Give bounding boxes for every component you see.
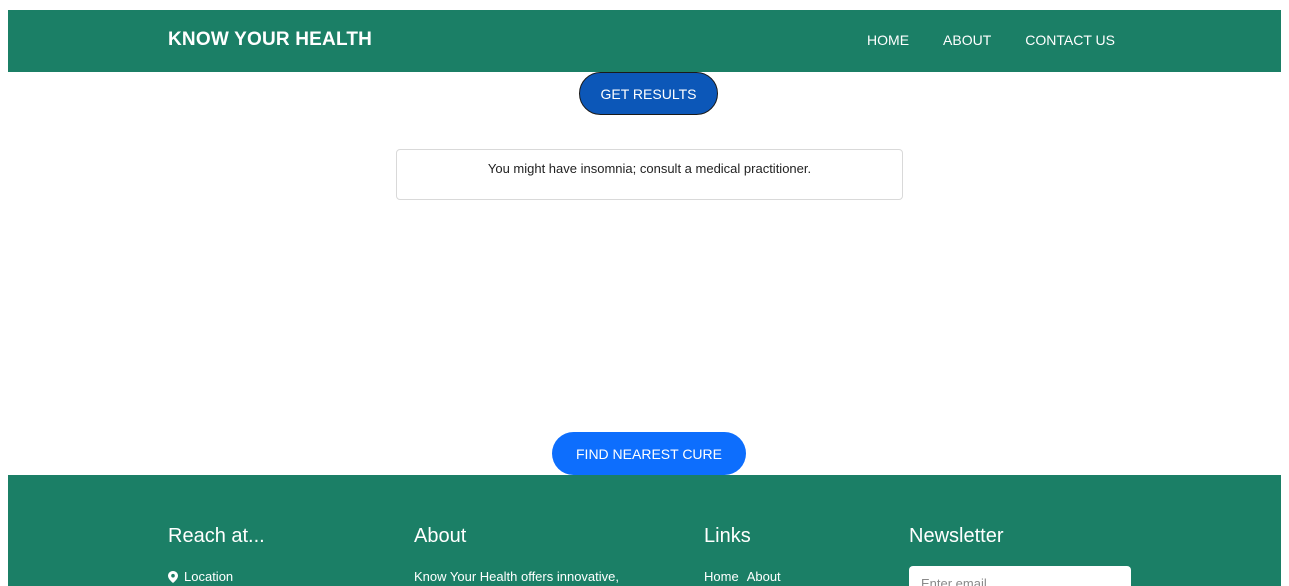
footer-location[interactable]: Location: [168, 569, 233, 584]
footer-reach-heading: Reach at...: [168, 525, 265, 547]
nav-links: HOME ABOUT CONTACT US: [867, 32, 1115, 48]
nav-link-about[interactable]: ABOUT: [943, 32, 991, 48]
newsletter-email-input[interactable]: [909, 566, 1131, 586]
top-navbar: KNOW YOUR HEALTH HOME ABOUT CONTACT US: [8, 10, 1281, 72]
footer-about-text: Know Your Health offers innovative,: [414, 569, 620, 584]
footer-links-list: Home About: [704, 569, 781, 584]
nav-link-home[interactable]: HOME: [867, 32, 909, 48]
footer-link-about[interactable]: About: [747, 569, 781, 584]
footer-reach-column: Reach at... Location: [168, 525, 265, 584]
footer-about-column: About Know Your Health offers innovative…: [414, 525, 619, 584]
result-message: You might have insomnia; consult a medic…: [487, 161, 812, 176]
footer-newsletter-heading: Newsletter: [909, 525, 1004, 547]
get-results-button[interactable]: GET RESULTS: [579, 72, 718, 115]
nav-link-contact[interactable]: CONTACT US: [1025, 32, 1115, 48]
footer-link-home[interactable]: Home: [704, 569, 739, 584]
result-box: You might have insomnia; consult a medic…: [396, 149, 903, 200]
footer-newsletter-column: Newsletter: [909, 525, 1131, 586]
find-nearest-cure-button[interactable]: FIND NEAREST CURE: [552, 432, 746, 475]
footer-location-label: Location: [184, 569, 234, 584]
footer: Reach at... Location About Know Your Hea…: [8, 475, 1281, 586]
footer-links-heading: Links: [704, 525, 751, 547]
map-pin-icon: [168, 570, 178, 583]
footer-links-column: Links Home About: [704, 525, 781, 584]
brand-title[interactable]: KNOW YOUR HEALTH: [168, 29, 372, 51]
footer-about-heading: About: [414, 525, 467, 547]
